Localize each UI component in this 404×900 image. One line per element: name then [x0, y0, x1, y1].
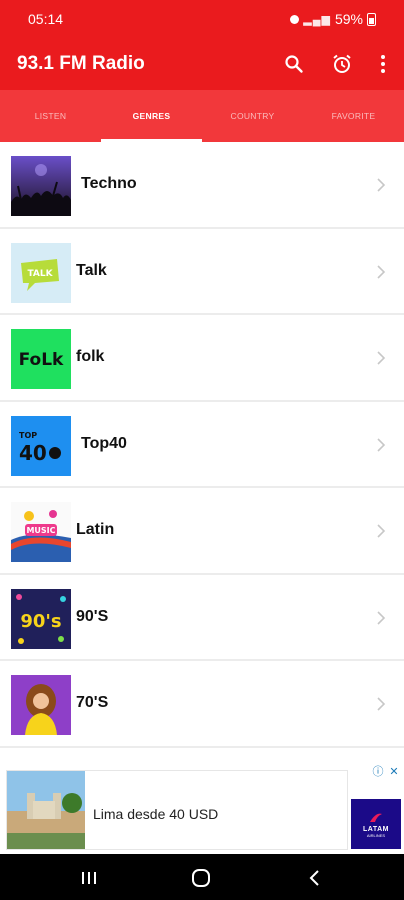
ad-choices[interactable]: ⓘ ✕: [372, 766, 400, 778]
ad-brand-logo[interactable]: LATAM AIRLINES: [351, 799, 401, 849]
notification-icon: [290, 14, 300, 24]
top40-thumb-top: TOP: [19, 431, 37, 440]
genre-label: Top40: [81, 434, 127, 452]
top40-thumbnail: TOP 40: [11, 415, 71, 476]
app-bar: 93.1 FM Radio: [0, 38, 404, 90]
techno-thumbnail: [11, 156, 71, 216]
genre-label: 70'S: [76, 694, 109, 712]
chevron-right-icon: [377, 351, 386, 365]
chevron-right-icon: [377, 524, 386, 538]
90s-thumbnail: 90's: [11, 588, 71, 649]
ad-brand-name: LATAM: [363, 826, 389, 833]
talk-thumb-text: TALK: [27, 269, 53, 279]
tab-country[interactable]: COUNTRY: [202, 90, 303, 142]
status-time: 05:14: [28, 11, 64, 27]
talk-thumbnail: TALK: [11, 242, 71, 303]
ad-info-icon[interactable]: ⓘ: [372, 766, 384, 778]
folk-thumbnail: FoLk: [11, 329, 71, 389]
genre-item-70s[interactable]: 70'S: [0, 661, 404, 748]
genre-label: 90'S: [76, 607, 109, 625]
home-button[interactable]: [190, 867, 212, 889]
ad-text: Lima desde 40 USD: [93, 806, 219, 822]
search-button[interactable]: [280, 50, 308, 78]
battery-icon: [367, 12, 376, 26]
genre-item-talk[interactable]: TALK Talk: [0, 229, 404, 315]
70s-thumbnail: [11, 675, 71, 735]
app-title: 93.1 FM Radio: [17, 53, 145, 74]
battery-level: 59%: [334, 11, 363, 27]
tab-favorite[interactable]: FAVORITE: [303, 90, 404, 142]
genre-item-techno[interactable]: Techno: [0, 142, 404, 229]
tab-genres[interactable]: GENRES: [101, 90, 202, 142]
status-right: ▂▄▆ 59%: [290, 11, 376, 27]
genre-item-folk[interactable]: FoLk folk: [0, 315, 404, 402]
chevron-right-icon: [377, 697, 386, 711]
ad-banner[interactable]: ⓘ ✕ Lima desde 40 USD LATAM AIRLINES: [0, 762, 404, 854]
search-icon: [285, 55, 303, 73]
chevron-right-icon: [377, 437, 386, 452]
genre-label: Talk: [76, 261, 107, 279]
genre-item-90s[interactable]: 90's 90'S: [0, 575, 404, 661]
recent-apps-button[interactable]: [78, 867, 100, 889]
90s-thumb-text: 90's: [20, 611, 61, 632]
tab-listen[interactable]: LISTEN: [0, 90, 101, 142]
chevron-right-icon: [377, 610, 386, 625]
latin-thumb-text: MUSIC: [26, 526, 55, 535]
chevron-right-icon: [377, 264, 386, 279]
chevron-right-icon: [377, 178, 386, 192]
ad-card[interactable]: Lima desde 40 USD: [6, 770, 348, 850]
genre-label: Latin: [76, 521, 115, 539]
latin-thumbnail: MUSIC: [11, 502, 71, 562]
ad-photo: [7, 771, 85, 849]
tab-bar: LISTEN GENRES COUNTRY FAVORITE: [0, 90, 404, 142]
ad-close-icon[interactable]: ✕: [388, 766, 400, 778]
genre-label: Techno: [81, 175, 137, 193]
ad-brand-sub: AIRLINES: [366, 833, 386, 838]
back-button[interactable]: [304, 867, 326, 889]
status-bar: 05:14 ▂▄▆ 59%: [0, 0, 404, 38]
genre-item-top40[interactable]: TOP 40 Top40: [0, 402, 404, 488]
top40-thumb-num: 40: [19, 441, 47, 465]
alarm-clock-icon: [333, 54, 351, 73]
alarm-button[interactable]: [328, 50, 356, 78]
folk-thumb-text: FoLk: [19, 350, 64, 370]
system-nav-bar: [0, 854, 404, 900]
signal-icon: ▂▄▆: [303, 13, 331, 26]
latam-logo-icon: [370, 813, 382, 822]
genre-item-latin[interactable]: MUSIC Latin: [0, 488, 404, 575]
genre-label: folk: [76, 348, 105, 366]
genre-list: Techno TALK Talk FoLk folk TOP 40 Top40: [0, 142, 404, 762]
more-options-button[interactable]: [369, 50, 397, 78]
more-vert-icon: [381, 55, 385, 73]
